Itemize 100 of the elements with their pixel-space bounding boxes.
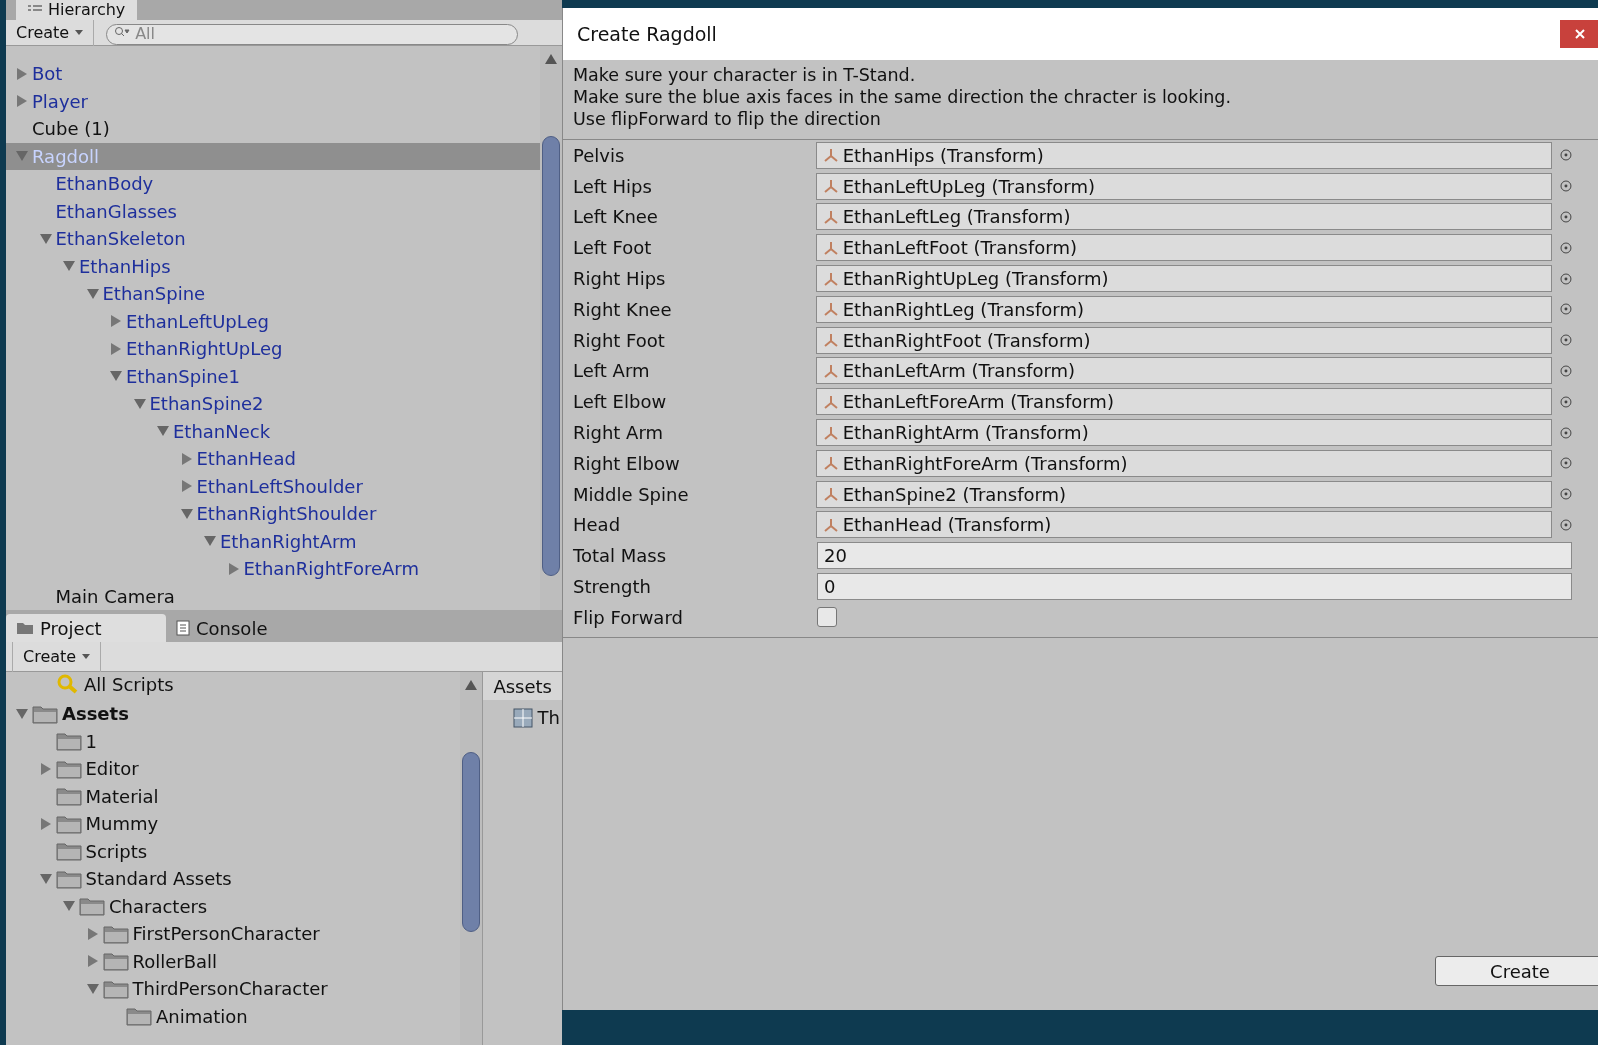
checkbox[interactable] xyxy=(817,607,837,628)
hierarchy-item[interactable]: EthanRightArm xyxy=(6,527,540,555)
scrollbar[interactable] xyxy=(460,672,483,1045)
target-icon[interactable] xyxy=(1560,241,1572,254)
expanded-arrow-icon[interactable] xyxy=(86,982,99,995)
object-field[interactable]: EthanRightUpLeg (Transform) xyxy=(815,265,1553,293)
hierarchy-item[interactable]: EthanGlasses xyxy=(6,197,540,225)
hierarchy-item[interactable]: EthanHead xyxy=(6,445,540,473)
hierarchy-item[interactable]: Main Camera xyxy=(6,582,540,610)
collapsed-arrow-icon[interactable] xyxy=(39,762,52,775)
hierarchy-item[interactable]: EthanBody xyxy=(6,170,540,198)
target-icon[interactable] xyxy=(1560,518,1572,531)
number-field[interactable]: 0 xyxy=(817,573,1572,601)
object-field[interactable]: EthanLeftUpLeg (Transform) xyxy=(815,172,1553,200)
create-dropdown[interactable]: Create xyxy=(6,19,95,46)
folder-item[interactable]: Characters xyxy=(6,892,461,920)
folder-item[interactable]: RollerBall xyxy=(6,947,461,975)
search-field[interactable]: All xyxy=(106,23,519,45)
object-field[interactable]: EthanHead (Transform) xyxy=(815,511,1553,539)
scrollbar-thumb[interactable] xyxy=(542,136,560,576)
expanded-arrow-icon[interactable] xyxy=(16,150,28,163)
object-field[interactable]: EthanRightArm (Transform) xyxy=(815,419,1553,447)
target-icon[interactable] xyxy=(1560,272,1572,285)
hierarchy-item[interactable]: EthanSkeleton xyxy=(6,225,540,253)
collapsed-arrow-icon[interactable] xyxy=(180,452,193,465)
object-field[interactable]: EthanRightLeg (Transform) xyxy=(815,295,1553,323)
expanded-arrow-icon[interactable] xyxy=(16,707,28,720)
collapsed-arrow-icon[interactable] xyxy=(180,480,193,493)
create-button[interactable]: Create xyxy=(1435,956,1598,986)
panel-tab[interactable]: Project xyxy=(6,614,166,642)
collapsed-arrow-icon[interactable] xyxy=(16,67,28,80)
hierarchy-item[interactable]: Player xyxy=(6,87,540,115)
target-icon[interactable] xyxy=(1560,395,1572,408)
hierarchy-item[interactable]: EthanSpine2 xyxy=(6,390,540,418)
folder-item[interactable]: Editor xyxy=(6,755,461,783)
folder-item[interactable]: FirstPersonCharacter xyxy=(6,920,461,948)
hierarchy-item[interactable]: EthanRightUpLeg xyxy=(6,335,540,363)
hierarchy-item[interactable]: EthanRightShoulder xyxy=(6,500,540,528)
expanded-arrow-icon[interactable] xyxy=(63,900,75,913)
hierarchy-item[interactable]: EthanRightForeArm xyxy=(6,555,540,583)
collapsed-arrow-icon[interactable] xyxy=(39,817,52,830)
collapsed-arrow-icon[interactable] xyxy=(110,315,122,328)
collapsed-arrow-icon[interactable] xyxy=(16,95,28,108)
hierarchy-item[interactable]: EthanHips xyxy=(6,252,540,280)
hierarchy-tab[interactable]: Hierarchy xyxy=(16,0,138,20)
hierarchy-item[interactable]: EthanNeck xyxy=(6,417,540,445)
object-field[interactable]: EthanHips (Transform) xyxy=(815,141,1553,169)
scrollbar-thumb[interactable] xyxy=(462,752,481,932)
expanded-arrow-icon[interactable] xyxy=(63,260,75,273)
close-button[interactable] xyxy=(1560,20,1598,48)
target-icon[interactable] xyxy=(1560,364,1572,377)
hierarchy-item[interactable]: Bot xyxy=(6,60,540,88)
expanded-arrow-icon[interactable] xyxy=(133,397,146,410)
expanded-arrow-icon[interactable] xyxy=(204,535,216,548)
favorite-item[interactable]: All Scripts xyxy=(6,672,461,696)
folder-item[interactable]: Mummy xyxy=(6,810,461,838)
object-field[interactable]: EthanLeftLeg (Transform) xyxy=(815,203,1553,231)
collapsed-arrow-icon[interactable] xyxy=(110,342,122,355)
expanded-arrow-icon[interactable] xyxy=(180,507,193,520)
folder-item[interactable]: ThirdPersonCharacter xyxy=(6,975,461,1003)
object-field[interactable]: EthanLeftFoot (Transform) xyxy=(815,234,1553,262)
scroll-up-icon[interactable] xyxy=(465,680,478,690)
object-field[interactable]: EthanLeftArm (Transform) xyxy=(815,357,1553,385)
expanded-arrow-icon[interactable] xyxy=(110,370,122,383)
expanded-arrow-icon[interactable] xyxy=(157,425,169,438)
folder-item[interactable]: Animation xyxy=(6,1002,461,1030)
object-field[interactable]: EthanRightForeArm (Transform) xyxy=(815,449,1553,477)
collapsed-arrow-icon[interactable] xyxy=(227,562,240,575)
object-field[interactable]: EthanSpine2 (Transform) xyxy=(815,480,1553,508)
target-icon[interactable] xyxy=(1560,149,1572,162)
asset-label[interactable]: Th xyxy=(537,704,560,731)
scrollbar[interactable] xyxy=(540,46,562,610)
object-field[interactable]: EthanRightFoot (Transform) xyxy=(815,326,1553,354)
expanded-arrow-icon[interactable] xyxy=(39,872,52,885)
target-icon[interactable] xyxy=(1560,303,1572,316)
number-field[interactable]: 20 xyxy=(817,542,1572,570)
hierarchy-item[interactable]: EthanSpine xyxy=(6,280,540,308)
target-icon[interactable] xyxy=(1560,180,1572,193)
object-field[interactable]: EthanLeftForeArm (Transform) xyxy=(815,388,1553,416)
hierarchy-item[interactable]: EthanLeftShoulder xyxy=(6,472,540,500)
collapsed-arrow-icon[interactable] xyxy=(86,927,99,940)
target-icon[interactable] xyxy=(1560,334,1572,347)
scroll-up-icon[interactable] xyxy=(545,54,557,64)
breadcrumb[interactable]: Assets xyxy=(483,672,562,700)
collapsed-arrow-icon[interactable] xyxy=(86,955,99,968)
hierarchy-item[interactable]: Cube (1) xyxy=(6,115,540,143)
folder-item[interactable]: 1 xyxy=(6,727,461,755)
folder-item[interactable]: Scripts xyxy=(6,837,461,865)
expanded-arrow-icon[interactable] xyxy=(39,232,52,245)
hierarchy-item[interactable]: EthanLeftUpLeg xyxy=(6,307,540,335)
target-icon[interactable] xyxy=(1560,488,1572,501)
target-icon[interactable] xyxy=(1560,457,1572,470)
panel-tab[interactable]: Console xyxy=(166,614,326,642)
target-icon[interactable] xyxy=(1560,211,1572,223)
folder-item[interactable]: Standard Assets xyxy=(6,865,461,893)
folder-item[interactable]: Assets xyxy=(6,700,461,728)
hierarchy-item[interactable]: EthanSpine1 xyxy=(6,362,540,390)
folder-item[interactable]: Material xyxy=(6,782,461,810)
expanded-arrow-icon[interactable] xyxy=(86,287,99,300)
create-dropdown[interactable]: Create xyxy=(12,641,102,672)
